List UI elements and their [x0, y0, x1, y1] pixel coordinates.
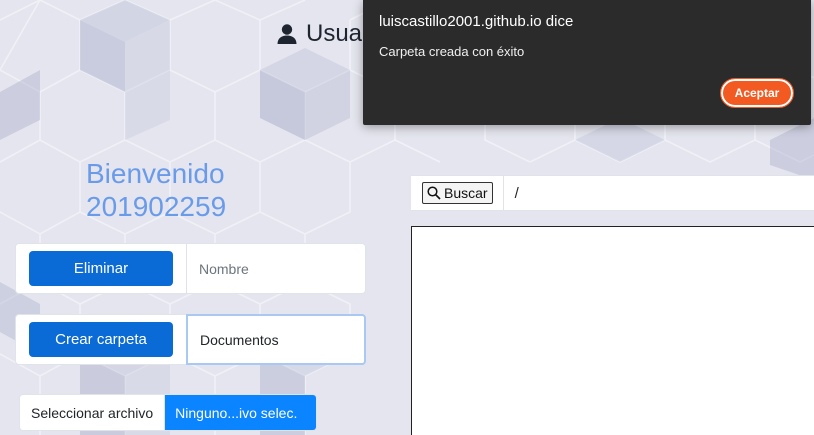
folder-name-input[interactable]: Documentos	[186, 314, 366, 365]
dialog-title: luiscastillo2001.github.io dice	[379, 13, 574, 30]
page-title: Usua	[306, 20, 363, 47]
page-header: Usua	[276, 18, 362, 50]
search-bar: Buscar /	[411, 175, 814, 211]
current-path[interactable]: /	[515, 185, 519, 202]
welcome-heading: Bienvenido 201902259	[86, 157, 226, 223]
alert-dialog: luiscastillo2001.github.io dice Carpeta …	[363, 0, 811, 125]
create-folder-button[interactable]: Crear carpeta	[29, 322, 173, 357]
choose-file-button[interactable]: Seleccionar archivo	[20, 395, 166, 430]
search-button-label: Buscar	[444, 185, 488, 201]
create-folder-button-cell: Crear carpeta	[16, 315, 187, 364]
accept-button[interactable]: Aceptar	[720, 78, 794, 108]
file-status: Ninguno...ivo selec.	[165, 395, 316, 430]
create-folder-row: Crear carpeta Documentos	[15, 314, 366, 365]
user-icon	[277, 24, 297, 44]
delete-button[interactable]: Eliminar	[29, 251, 173, 286]
delete-row: Eliminar Nombre	[15, 243, 366, 294]
dialog-message: Carpeta creada con éxito	[379, 44, 525, 59]
user-id: 201902259	[86, 191, 227, 222]
search-button[interactable]: Buscar	[422, 182, 493, 204]
name-input[interactable]: Nombre	[187, 244, 365, 293]
welcome-label: Bienvenido	[86, 158, 225, 189]
search-icon	[427, 186, 441, 200]
delete-button-cell: Eliminar	[16, 244, 187, 293]
divider	[502, 175, 504, 211]
file-input[interactable]: Seleccionar archivo Ninguno...ivo selec.	[19, 394, 317, 431]
file-browser-panel[interactable]	[411, 226, 814, 435]
